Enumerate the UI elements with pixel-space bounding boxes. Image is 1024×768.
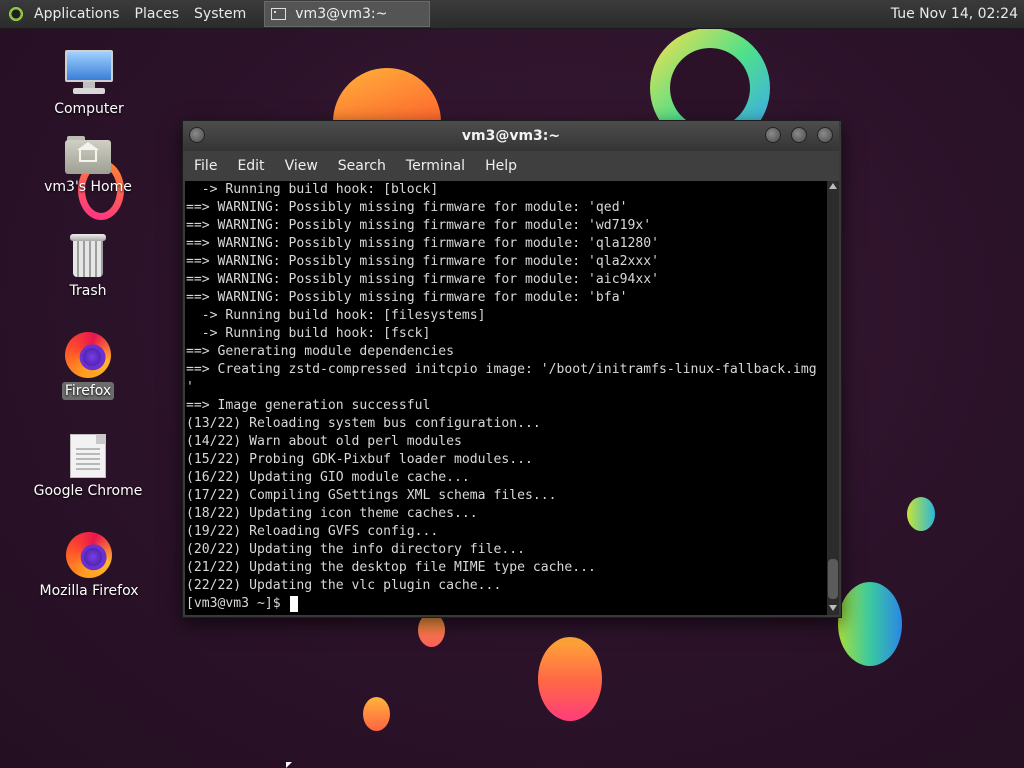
terminal-line: ' [186,380,194,395]
desktop-icon-label: Firefox [61,382,115,400]
taskbar-terminal-button[interactable]: vm3@vm3:~ [264,1,431,27]
terminal-prompt-line[interactable]: [vm3@vm3 ~]$ [185,595,827,613]
terminal-line: (14/22) Warn about old perl modules [186,434,462,449]
places-menu[interactable]: Places [135,6,180,22]
menu-help[interactable]: Help [485,158,517,174]
wallpaper-bubble [418,613,445,647]
terminal-icon [271,8,287,20]
mouse-pointer-icon [286,762,292,768]
desktop-icon-label: vm3's Home [44,179,132,195]
scroll-down-icon[interactable] [829,605,837,611]
window-title: vm3@vm3:~ [461,128,561,144]
desktop-icon-mozilla-firefox[interactable]: Mozilla Firefox [29,532,149,600]
window-titlebar[interactable]: vm3@vm3:~ [183,121,839,151]
wallpaper-bubble [363,697,390,731]
terminal-window: vm3@vm3:~ File Edit View Search Terminal… [182,120,842,618]
terminal-prompt: [vm3@vm3 ~]$ [186,596,289,611]
terminal-line: ==> WARNING: Possibly missing firmware f… [186,254,659,269]
applications-menu[interactable]: Applications [34,6,120,22]
computer-icon [65,50,113,96]
terminal-line: ==> WARNING: Possibly missing firmware f… [186,290,628,305]
menu-file[interactable]: File [194,158,217,174]
terminal-line: (16/22) Updating GIO module cache... [186,470,470,485]
terminal-cursor [290,595,299,612]
maximize-icon[interactable] [791,127,807,143]
terminal-line: (17/22) Compiling GSettings XML schema f… [186,488,557,503]
minimize-icon[interactable] [765,127,781,143]
terminal-line: (20/22) Updating the info directory file… [186,542,525,557]
wallpaper-bubble [907,497,935,531]
desktop-icon-label: Trash [69,283,107,299]
terminal-line: -> Running build hook: [filesystems] [186,308,486,323]
terminal-menubar: File Edit View Search Terminal Help [183,151,839,181]
menu-search[interactable]: Search [338,158,386,174]
desktop-icon-google-chrome[interactable]: Google Chrome [28,434,148,500]
window-menu-icon[interactable] [189,127,205,143]
terminal-line: ==> Creating zstd-compressed initcpio im… [186,362,817,377]
close-icon[interactable] [817,127,833,143]
clock[interactable]: Tue Nov 14, 02:24 [891,6,1018,22]
firefox-icon [65,332,111,378]
taskbar-terminal-label: vm3@vm3:~ [295,6,388,22]
system-menu[interactable]: System [194,6,246,22]
terminal-line: (22/22) Updating the vlc plugin cache... [186,578,502,593]
terminal-line: ==> WARNING: Possibly missing firmware f… [186,272,659,287]
scroll-up-icon[interactable] [829,183,837,189]
desktop-icon-home[interactable]: vm3's Home [28,134,148,196]
terminal-line: ==> WARNING: Possibly missing firmware f… [186,218,652,233]
desktop-icon-firefox[interactable]: Firefox [28,332,148,400]
wallpaper-bubble [538,637,602,721]
firefox-icon [66,532,112,578]
terminal-line: (15/22) Probing GDK-Pixbuf loader module… [186,452,533,467]
desktop-icon-label: Google Chrome [33,483,143,499]
terminal-line: -> Running build hook: [block] [186,182,439,197]
terminal-line: ==> WARNING: Possibly missing firmware f… [186,236,659,251]
document-icon [70,434,106,478]
terminal-line: (21/22) Updating the desktop file MIME t… [186,560,596,575]
terminal-line: (13/22) Reloading system bus configurati… [186,416,541,431]
terminal-line: (19/22) Reloading GVFS config... [186,524,439,539]
desktop-icon-trash[interactable]: Trash [28,234,148,300]
desktop-icon-computer[interactable]: Computer [29,50,149,118]
distro-logo-icon[interactable] [7,5,25,23]
desktop-icon-label: Mozilla Firefox [39,583,139,599]
trash-icon [70,234,106,278]
terminal-output[interactable]: -> Running build hook: [block] ==> WARNIN… [185,181,827,615]
terminal-line: ==> WARNING: Possibly missing firmware f… [186,200,628,215]
terminal-line: ==> Image generation successful [186,398,431,413]
menu-edit[interactable]: Edit [237,158,264,174]
terminal-line: ==> Generating module dependencies [186,344,455,359]
terminal-line: (18/22) Updating icon theme caches... [186,506,478,521]
terminal-scrollbar[interactable] [827,181,839,615]
top-panel: Applications Places System vm3@vm3:~ Tue… [0,0,1024,29]
wallpaper-bubble [838,582,902,666]
menu-terminal[interactable]: Terminal [406,158,465,174]
home-folder-icon [65,134,111,174]
desktop-icon-label: Computer [54,101,124,117]
menu-view[interactable]: View [285,158,318,174]
terminal-line: -> Running build hook: [fsck] [186,326,431,341]
scrollbar-thumb[interactable] [828,559,838,599]
